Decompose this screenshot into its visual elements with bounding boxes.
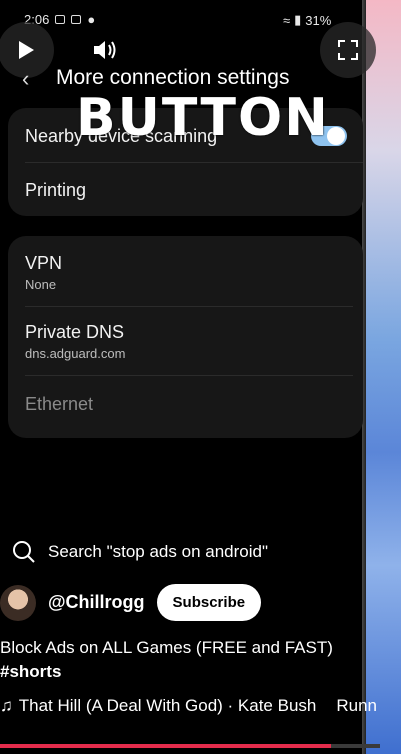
- play-icon: [19, 41, 34, 59]
- video-title[interactable]: Block Ads on ALL Games (FREE and FAST) #…: [0, 636, 350, 684]
- status-bar-right: ≈ ▮ 31%: [283, 12, 331, 28]
- video-title-text: Block Ads on ALL Games (FREE and FAST): [0, 638, 333, 657]
- divider: [25, 306, 353, 307]
- subscribe-button[interactable]: Subscribe: [156, 584, 262, 621]
- background-wallpaper: [360, 0, 401, 754]
- vpn-value: None: [25, 277, 57, 292]
- divider: [25, 162, 363, 163]
- volume-icon: [94, 41, 116, 59]
- screenshot-icon: [55, 15, 66, 24]
- private-dns-value: dns.adguard.com: [25, 346, 126, 361]
- ethernet-item: Ethernet: [25, 394, 94, 414]
- contacts-icon: ●: [87, 12, 96, 27]
- channel-row: @Chillrogg Subscribe: [0, 584, 262, 621]
- vpn-item[interactable]: VPN: [25, 253, 62, 274]
- music-note-icon: ♫: [0, 696, 13, 715]
- playback-progress-fill: [0, 744, 331, 748]
- battery-level: 31%: [305, 12, 332, 28]
- divider: [25, 375, 353, 376]
- fullscreen-button[interactable]: [320, 22, 376, 78]
- youtube-icon: [71, 15, 82, 24]
- music-row[interactable]: ♫ That Hill (A Deal With God) · Kate Bus…: [0, 696, 377, 716]
- channel-name[interactable]: @Chillrogg: [48, 592, 145, 613]
- search-suggestion[interactable]: Search "stop ads on android": [12, 540, 268, 564]
- music-track: That Hill (A Deal With God) · Kate Bush: [18, 696, 317, 715]
- private-dns-item[interactable]: Private DNS: [25, 322, 124, 343]
- printing-item[interactable]: Printing: [25, 180, 86, 201]
- volume-button[interactable]: [92, 38, 118, 67]
- page-title: More connection settings: [56, 66, 290, 89]
- signal-icon: ▮: [294, 12, 302, 27]
- music-next-track: Runn: [336, 696, 377, 715]
- back-arrow-icon[interactable]: ‹: [22, 66, 29, 92]
- channel-avatar[interactable]: [0, 584, 36, 621]
- search-icon: [13, 541, 35, 563]
- search-query: Search "stop ads on android": [48, 542, 268, 561]
- overlay-caption: BUTTON: [76, 88, 330, 148]
- fullscreen-icon: [338, 40, 358, 60]
- video-hashtag[interactable]: #shorts: [0, 660, 350, 684]
- wifi-icon: ≈: [283, 12, 291, 28]
